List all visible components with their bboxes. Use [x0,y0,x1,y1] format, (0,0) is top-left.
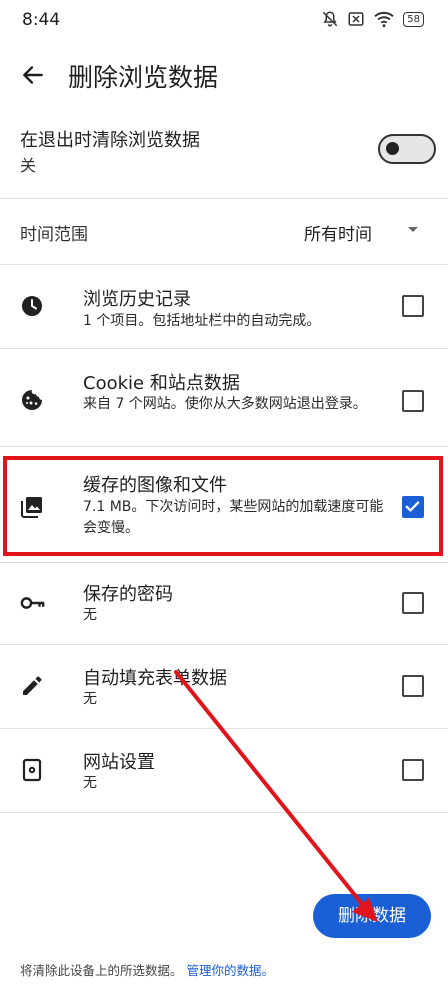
no-sim-icon [348,12,364,26]
list-item-cached-images[interactable]: 缓存的图像和文件 7.1 MB。下次访问时，某些网站的加载速度可能会变慢。 [0,458,448,556]
pencil-icon [23,676,42,695]
cookies-checkbox[interactable] [402,390,424,412]
delete-data-button[interactable]: 删除数据 [313,894,431,938]
image-icon [21,497,42,518]
browsing-history-checkbox[interactable] [402,295,424,317]
manage-data-link[interactable]: 管理你的数据。 [187,963,275,978]
list-item-site-settings[interactable]: 网站设置 无 [0,728,448,812]
item-title: 浏览历史记录 [83,289,191,310]
clear-on-exit-label: 在退出时清除浏览数据 [20,130,200,151]
site-settings-icon [22,758,42,782]
status-time: 8:44 [22,10,61,30]
time-range-label: 时间范围 [20,225,88,245]
clear-on-exit-value: 关 [20,156,37,175]
cookie-icon [22,390,42,410]
clear-on-exit-row[interactable]: 在退出时清除浏览数据 关 [0,118,448,178]
clear-on-exit-toggle[interactable] [378,134,436,164]
checkmark-icon [405,501,420,512]
toggle-knob [386,142,399,155]
mute-icon [322,11,338,27]
app-bar: 删除浏览数据 [0,50,448,100]
clock-icon [22,296,42,316]
item-title: 自动填充表单数据 [83,668,227,689]
battery-indicator: 58 [403,11,424,27]
list-item-autofill[interactable]: 自动填充表单数据 无 [0,644,448,728]
back-arrow-icon[interactable] [20,62,46,88]
passwords-checkbox[interactable] [402,592,424,614]
item-title: 网站设置 [83,752,155,773]
key-icon [20,597,45,609]
status-icons: 58 [321,10,424,28]
cached-images-checkbox[interactable] [402,496,424,518]
item-title: 缓存的图像和文件 [83,475,227,496]
item-subtitle: 无 [83,775,97,791]
item-title: Cookie 和站点数据 [83,373,240,394]
list-item-browsing-history[interactable]: 浏览历史记录 1 个项目。包括地址栏中的自动完成。 [0,264,448,348]
time-range-select[interactable]: 时间范围 所有时间 [0,198,448,264]
item-subtitle: 无 [83,691,97,707]
item-subtitle: 无 [83,607,97,623]
list-item-passwords[interactable]: 保存的密码 无 [0,562,448,644]
time-range-value[interactable]: 所有时间 [304,220,372,245]
footer-text: 将清除此设备上的所选数据。 [20,963,183,978]
item-subtitle: 1 个项目。包括地址栏中的自动完成。 [83,313,321,329]
item-subtitle: 7.1 MB。下次访问时，某些网站的加载速度可能会变慢。 [83,499,384,536]
item-subtitle: 来自 7 个网站。使你从大多数网站退出登录。 [83,396,367,412]
page-title: 删除浏览数据 [68,63,219,92]
site-settings-checkbox[interactable] [402,759,424,781]
status-bar: 8:44 58 [0,0,448,40]
footer-note: 将清除此设备上的所选数据。 管理你的数据。 [20,960,274,979]
item-title: 保存的密码 [83,584,173,605]
autofill-checkbox[interactable] [402,675,424,697]
divider [0,812,448,813]
divider [0,446,448,447]
dropdown-caret-icon [408,227,418,232]
wifi-icon [374,11,394,28]
list-item-cookies[interactable]: Cookie 和站点数据 来自 7 个网站。使你从大多数网站退出登录。 [0,348,448,446]
